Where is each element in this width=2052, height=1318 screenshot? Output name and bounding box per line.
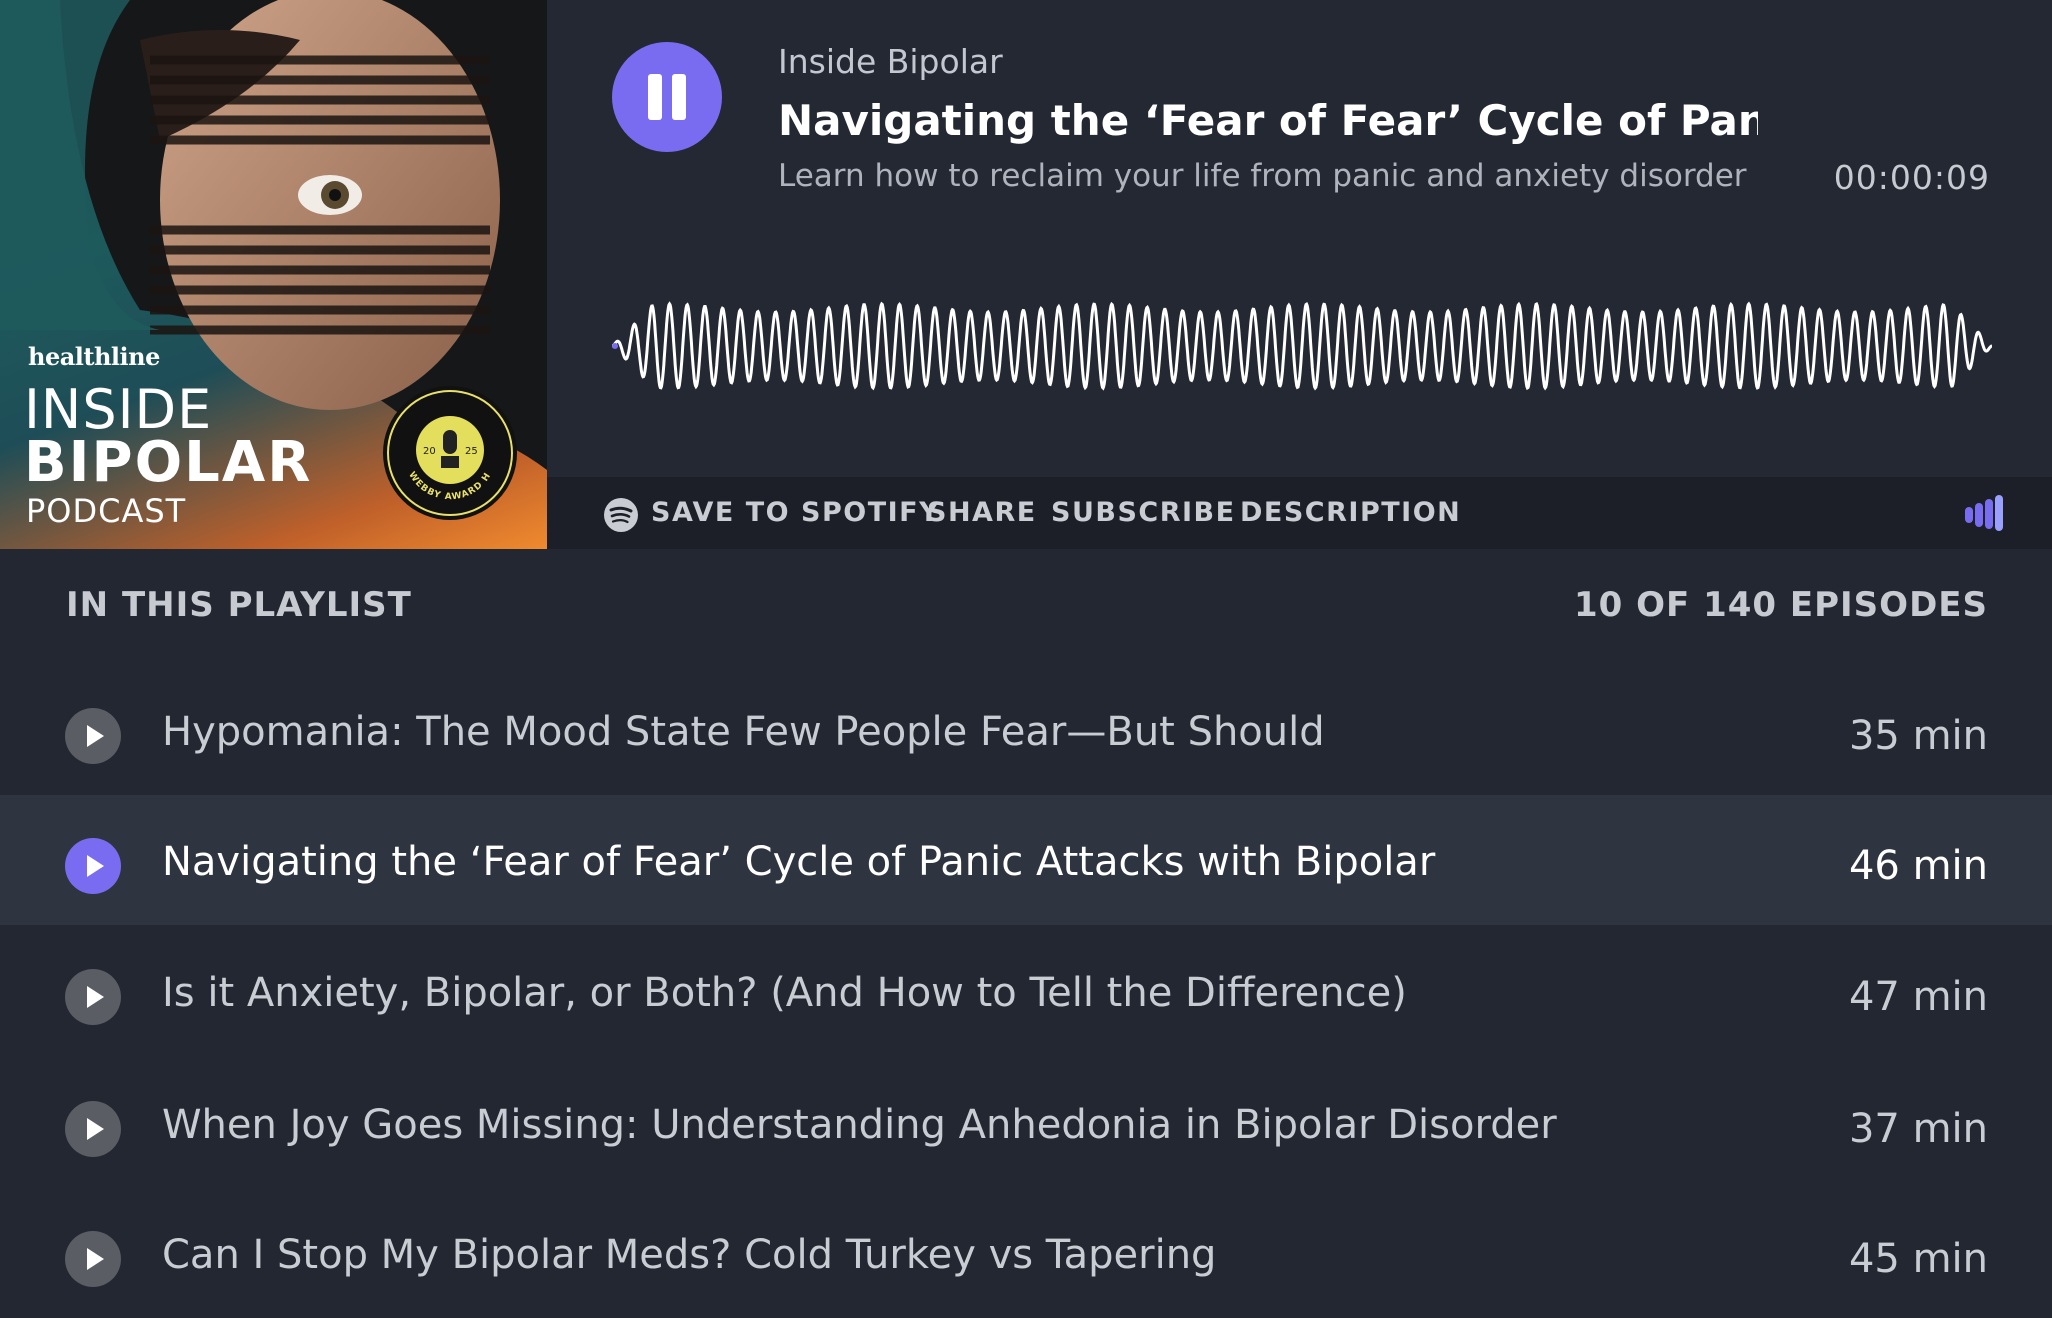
spotify-icon <box>604 498 638 532</box>
play-button[interactable] <box>65 708 121 764</box>
share-button[interactable]: SHARE <box>927 497 1037 528</box>
episode-row-active[interactable]: Navigating the ‘Fear of Fear’ Cycle of P… <box>0 795 2052 925</box>
playhead-marker[interactable] <box>612 343 618 349</box>
cover-title-line3: PODCAST <box>26 492 187 530</box>
pause-button[interactable] <box>612 42 722 152</box>
episode-row-duration: 47 min <box>1848 974 1988 1020</box>
episode-row[interactable]: Is it Anxiety, Bipolar, or Both? (And Ho… <box>0 926 2052 1056</box>
podcast-name: Inside Bipolar <box>778 42 1003 81</box>
play-icon <box>87 725 104 747</box>
episode-row-title: Is it Anxiety, Bipolar, or Both? (And Ho… <box>162 970 1407 1016</box>
audio-waveform[interactable] <box>612 296 1992 396</box>
episode-row[interactable]: Can I Stop My Bipolar Meds? Cold Turkey … <box>0 1188 2052 1318</box>
episode-count: 10 OF 140 EPISODES <box>1573 585 1988 625</box>
pause-icon-bar <box>672 74 686 120</box>
episode-row-title: Can I Stop My Bipolar Meds? Cold Turkey … <box>162 1232 1217 1278</box>
episode-description: Learn how to reclaim your life from pani… <box>778 158 1747 194</box>
episode-row-title: Navigating the ‘Fear of Fear’ Cycle of P… <box>162 839 1436 885</box>
play-button[interactable] <box>65 1231 121 1287</box>
episode-row-title: When Joy Goes Missing: Understanding Anh… <box>162 1102 1557 1148</box>
play-icon <box>87 1248 104 1270</box>
pause-icon <box>648 74 662 120</box>
play-icon <box>87 855 104 877</box>
svg-text:25: 25 <box>465 446 478 457</box>
episode-row[interactable]: When Joy Goes Missing: Understanding Anh… <box>0 1058 2052 1188</box>
episode-row-duration: 46 min <box>1848 843 1988 889</box>
player-panel: healthline INSIDE BIPOLAR PODCAST 20 25 … <box>0 0 2052 549</box>
play-button[interactable] <box>65 1101 121 1157</box>
save-to-spotify-button[interactable]: SAVE TO SPOTIFY <box>651 497 940 528</box>
playlist-header: IN THIS PLAYLIST 10 OF 140 EPISODES <box>0 549 2052 669</box>
play-button[interactable] <box>65 969 121 1025</box>
playlist-heading: IN THIS PLAYLIST <box>66 585 412 625</box>
episode-row-duration: 45 min <box>1848 1236 1988 1282</box>
brand-logo: healthline <box>28 342 160 371</box>
svg-text:20: 20 <box>423 446 436 457</box>
play-icon <box>87 1118 104 1140</box>
player-toolbar: SAVE TO SPOTIFY SHARE SUBSCRIBE DESCRIPT… <box>547 477 2052 549</box>
episode-row[interactable]: Hypomania: The Mood State Few People Fea… <box>0 665 2052 795</box>
subscribe-button[interactable]: SUBSCRIBE <box>1051 497 1236 528</box>
play-icon <box>87 986 104 1008</box>
podcast-cover-art: healthline INSIDE BIPOLAR PODCAST 20 25 … <box>0 0 547 549</box>
waveform-line <box>612 301 1992 391</box>
webby-award-badge: 20 25 WEBBY AWARD HONOREE <box>381 384 517 520</box>
episode-title: Navigating the ‘Fear of Fear’ Cycle of P… <box>778 96 1758 145</box>
elapsed-time: 00:00:09 <box>1833 158 1990 197</box>
equalizer-icon[interactable] <box>1964 495 2004 531</box>
episode-row-duration: 37 min <box>1848 1106 1988 1152</box>
description-button[interactable]: DESCRIPTION <box>1240 497 1461 528</box>
cover-title-line2: BIPOLAR <box>24 430 313 495</box>
episode-row-title: Hypomania: The Mood State Few People Fea… <box>162 709 1325 755</box>
play-button[interactable] <box>65 838 121 894</box>
episode-row-duration: 35 min <box>1848 713 1988 759</box>
